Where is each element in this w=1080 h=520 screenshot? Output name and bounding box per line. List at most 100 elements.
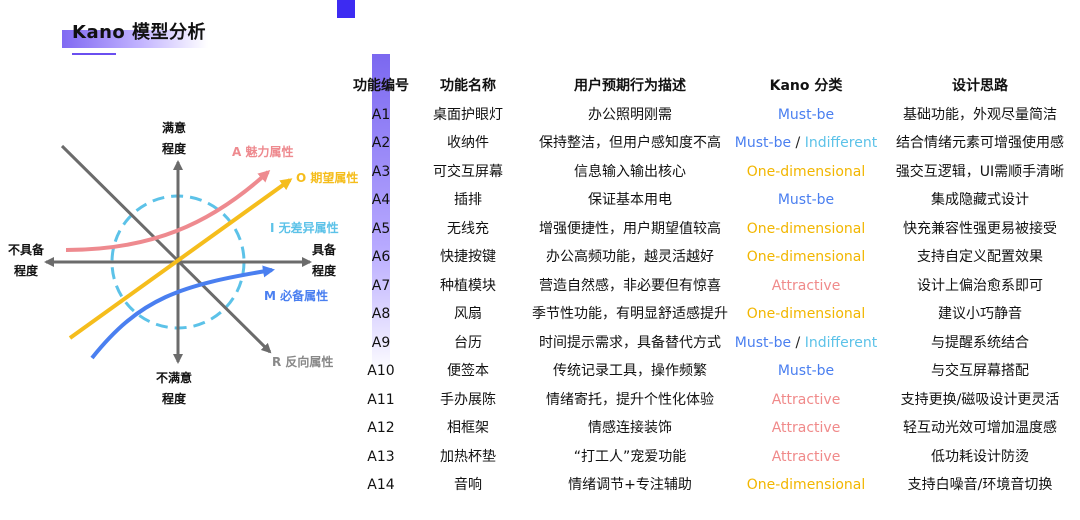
header-id: 功能编号 [353,78,409,94]
cell-name: 收纳件 [447,135,489,151]
cell-desc: 情感连接装饰 [588,420,672,436]
table-row: A2 收纳件 保持整洁，但用户感知度不高 Must-be / Indifferent 结… [340,129,1080,157]
kano-tag: One-dimensional [746,220,866,237]
cell-idea: 支持自定义配置效果 [917,249,1043,265]
table-row: A9 台历 时间提示需求，具备替代方式 Must-be / Indifferent 与提… [340,329,1080,357]
table-row: A13 加热杯垫 “打工人”宠爱功能 Attractive 低功耗设计防烫 [340,443,1080,471]
cell-desc: 办公照明刚需 [588,106,672,123]
one-dimensional-line [68,178,293,340]
cell-id: A12 [367,420,395,436]
cell-idea: 建议小巧静音 [938,306,1022,322]
cell-name: 可交互屏幕 [433,163,503,180]
kano-tag: Indifferent [804,334,878,351]
y-top-text: 满意 程度 [162,121,187,156]
cell-id: A9 [371,334,391,351]
page-title: Kano 模型分析 [72,22,207,43]
cell-desc: 信息输入输出核心 [574,163,686,180]
kano-tag: Attractive [771,391,841,408]
cell-desc: 情绪寄托，提升个性化体验 [546,391,714,408]
cell-name: 快捷按键 [440,249,496,265]
cell-id: A1 [371,106,391,123]
x-axis-right-label: 具备 程度 [312,240,336,282]
kano-tag: Indifferent [804,135,878,151]
reverse-label: R 反向属性 [272,355,334,369]
cell-kano: One-dimensional [728,471,884,499]
kano-tag: Attractive [771,277,841,294]
cell-name: 插排 [454,192,482,208]
kano-tag: Attractive [771,420,841,436]
cell-kano: Must-be / Indifferent [728,129,884,157]
table-row: A7 种植模块 营造自然感，非必要但有惊喜 Attractive 设计上偏治愈系即可 [340,272,1080,300]
cell-name: 加热杯垫 [440,448,496,465]
x-axis-left-label: 不具备 程度 [8,240,44,282]
cell-idea: 快充兼容性强更易被接受 [903,220,1057,237]
cell-idea: 与提醒系统结合 [931,334,1029,351]
title-underline [72,53,116,55]
cell-kano: One-dimensional [728,300,884,328]
cell-idea: 强交互逻辑，UI需顺手清晰 [895,163,1065,180]
kano-tag: One-dimensional [746,249,866,265]
kano-tag: Must-be [777,106,835,123]
cell-id: A8 [371,306,391,322]
table-row: A3 可交互屏幕 信息输入输出核心 One-dimensional 强交互逻辑，UI需顺… [340,158,1080,186]
table-row: A4 插排 保证基本用电 Must-be 集成隐藏式设计 [340,186,1080,214]
cell-idea: 轻互动光效可增加温度感 [903,420,1057,436]
table-row: A11 手办展陈 情绪寄托，提升个性化体验 Attractive 支持更换/磁吸设计更灵… [340,386,1080,414]
table-row: A10 便签本 传统记录工具，操作频繁 Must-be 与交互屏幕搭配 [340,357,1080,385]
cell-idea: 结合情绪元素可增强使用感 [896,135,1064,151]
cell-desc: 营造自然感，非必要但有惊喜 [539,277,721,294]
cell-desc: 季节性功能，有明显舒适感提升 [532,306,728,322]
table-row: A1 桌面护眼灯 办公照明刚需 Must-be 基础功能，外观尽量简洁 [340,101,1080,129]
cell-desc: 时间提示需求，具备替代方式 [539,334,721,351]
cell-desc: 增强便捷性，用户期望值较高 [539,220,721,237]
cell-desc: 保证基本用电 [588,192,672,208]
must-be-label: M 必备属性 [264,289,329,303]
cell-id: A5 [371,220,391,237]
cell-id: A6 [371,249,391,265]
cell-desc: 情绪调节+专注辅助 [568,477,692,493]
cell-kano: Must-be / Indifferent [728,329,884,357]
cell-idea: 集成隐藏式设计 [931,192,1029,208]
cell-name: 相框架 [447,420,489,436]
kano-tag: / [791,135,805,151]
table-row: A12 相框架 情感连接装饰 Attractive 轻互动光效可增加温度感 [340,414,1080,442]
cell-desc: 办公高频功能，越灵活越好 [546,249,714,265]
cell-name: 手办展陈 [440,391,496,408]
cell-desc: 保持整洁，但用户感知度不高 [539,135,721,151]
kano-tag: One-dimensional [746,477,866,493]
cell-desc: 传统记录工具，操作频繁 [553,363,707,379]
cell-kano: Attractive [728,386,884,414]
x-left-text: 不具备 程度 [8,243,45,278]
cell-name: 桌面护眼灯 [433,106,503,123]
cell-id: A13 [367,448,395,465]
cell-kano: Must-be [728,186,884,214]
kano-tag: Must-be [777,192,835,208]
cell-name: 音响 [454,477,482,493]
kano-tag: One-dimensional [746,163,866,180]
cell-id: A11 [367,391,395,408]
attractive-curve [65,169,271,252]
cell-name: 台历 [454,334,482,351]
cell-idea: 基础功能，外观尽量简洁 [903,106,1057,123]
cell-kano: Attractive [728,443,884,471]
cell-name: 种植模块 [440,277,496,294]
kano-tag: Must-be [734,135,792,151]
y-axis-bottom-label: 不满意 程度 [156,368,192,410]
cell-kano: One-dimensional [728,215,884,243]
kano-tag: Attractive [771,448,841,465]
kano-tag: One-dimensional [746,306,866,322]
header-desc: 用户预期行为描述 [574,78,686,94]
kano-diagram: 满意 程度 不满意 程度 不具备 程度 具备 程度 A 魅力属性 O 期望属性 … [0,100,370,420]
cell-kano: Must-be [728,101,884,129]
table-row: A6 快捷按键 办公高频功能，越灵活越好 One-dimensional 支持自定义配置… [340,243,1080,271]
cell-id: A7 [371,277,391,294]
attractive-label: A 魅力属性 [232,145,294,159]
cell-id: A4 [371,192,391,208]
cell-idea: 低功耗设计防烫 [931,448,1029,465]
top-accent-block [337,0,355,18]
cell-idea: 与交互屏幕搭配 [931,363,1029,379]
cell-kano: One-dimensional [728,158,884,186]
header-name: 功能名称 [440,78,496,94]
kano-tag: Must-be [734,334,792,351]
cell-kano: One-dimensional [728,243,884,271]
